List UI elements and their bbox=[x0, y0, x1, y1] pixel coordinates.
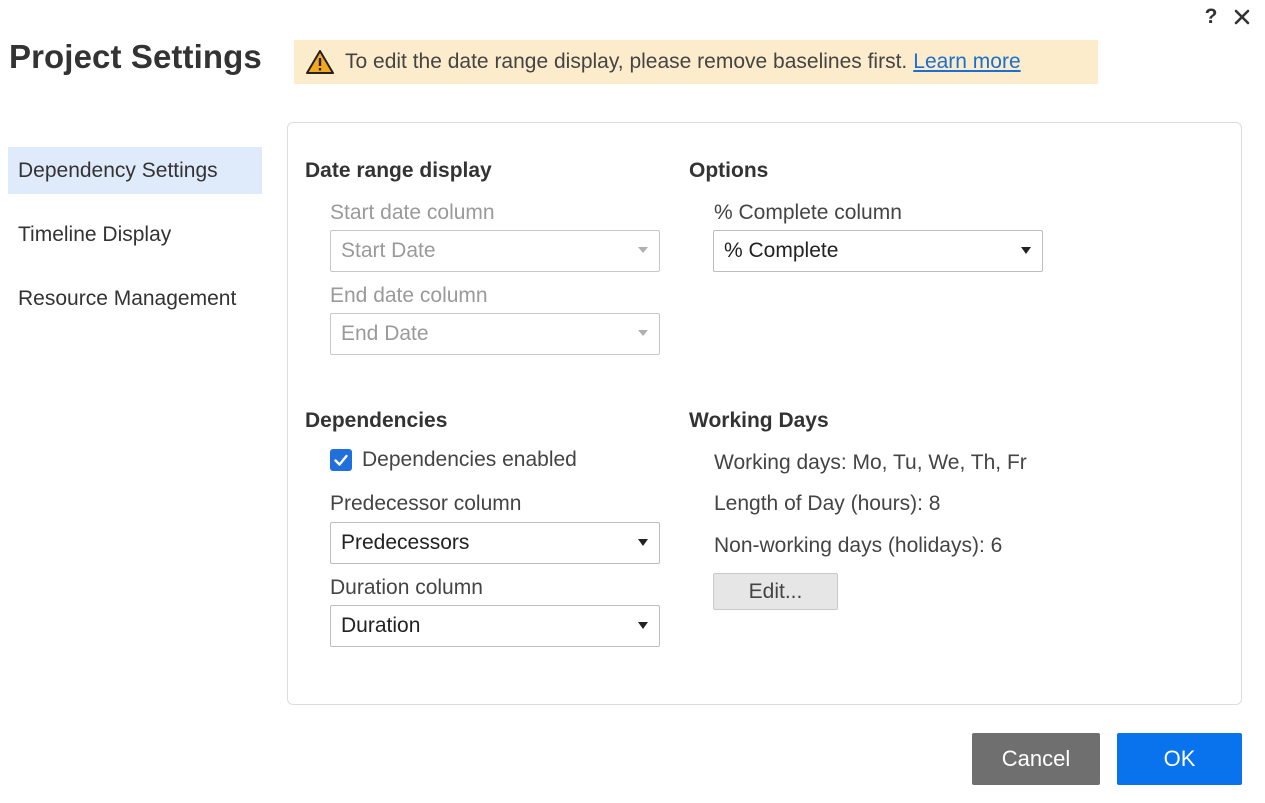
day-length-text: Length of Day (hours): 8 bbox=[714, 492, 941, 515]
predecessor-column-label: Predecessor column bbox=[330, 492, 522, 515]
window-controls: ? bbox=[1203, 5, 1251, 29]
predecessor-column-select[interactable]: Predecessors bbox=[330, 522, 660, 564]
baseline-warning-banner: To edit the date range display, please r… bbox=[294, 40, 1098, 84]
settings-sidebar: Dependency Settings Timeline Display Res… bbox=[8, 147, 262, 339]
dependencies-enabled-checkbox[interactable] bbox=[330, 449, 352, 471]
end-date-select: End Date bbox=[330, 313, 660, 355]
end-date-label: End date column bbox=[330, 284, 488, 307]
help-icon[interactable]: ? bbox=[1203, 5, 1219, 29]
duration-column-select[interactable]: Duration bbox=[330, 605, 660, 647]
check-icon bbox=[334, 454, 348, 466]
sidebar-item-dependency-settings[interactable]: Dependency Settings bbox=[8, 147, 262, 194]
chevron-down-icon bbox=[638, 622, 648, 629]
sidebar-item-label: Dependency Settings bbox=[18, 158, 218, 182]
sidebar-item-resource-management[interactable]: Resource Management bbox=[8, 275, 262, 322]
duration-column-label: Duration column bbox=[330, 576, 483, 599]
end-date-value: End Date bbox=[341, 322, 429, 345]
learn-more-link[interactable]: Learn more bbox=[913, 50, 1020, 74]
sidebar-item-label: Timeline Display bbox=[18, 222, 172, 246]
predecessor-column-value: Predecessors bbox=[341, 531, 470, 554]
edit-working-days-button[interactable]: Edit... bbox=[713, 573, 838, 610]
start-date-label: Start date column bbox=[330, 201, 495, 224]
duration-column-value: Duration bbox=[341, 614, 421, 637]
options-heading: Options bbox=[689, 159, 769, 182]
ok-button[interactable]: OK bbox=[1117, 733, 1242, 785]
complete-column-value: % Complete bbox=[724, 239, 839, 262]
dependencies-heading: Dependencies bbox=[305, 409, 448, 432]
complete-column-select[interactable]: % Complete bbox=[713, 230, 1043, 272]
sidebar-item-label: Resource Management bbox=[18, 286, 237, 310]
start-date-select: Start Date bbox=[330, 230, 660, 272]
chevron-down-icon bbox=[1021, 247, 1031, 254]
dependencies-enabled-label: Dependencies enabled bbox=[362, 448, 577, 471]
chevron-down-icon bbox=[638, 539, 648, 546]
chevron-down-icon bbox=[638, 247, 648, 253]
chevron-down-icon bbox=[638, 330, 648, 336]
working-days-heading: Working Days bbox=[689, 409, 829, 432]
date-range-heading: Date range display bbox=[305, 159, 492, 182]
working-days-text: Working days: Mo, Tu, We, Th, Fr bbox=[714, 451, 1027, 474]
dependencies-enabled-row: Dependencies enabled bbox=[330, 448, 577, 472]
warning-icon bbox=[306, 49, 334, 75]
banner-message: To edit the date range display, please r… bbox=[345, 50, 908, 73]
cancel-button[interactable]: Cancel bbox=[972, 733, 1100, 785]
close-icon[interactable] bbox=[1233, 5, 1251, 29]
holidays-text: Non-working days (holidays): 6 bbox=[714, 534, 1003, 557]
complete-column-label: % Complete column bbox=[714, 201, 902, 224]
page-title: Project Settings bbox=[9, 38, 262, 75]
sidebar-item-timeline-display[interactable]: Timeline Display bbox=[8, 211, 262, 258]
start-date-value: Start Date bbox=[341, 239, 436, 262]
settings-panel: Date range display Start date column Sta… bbox=[287, 122, 1242, 705]
